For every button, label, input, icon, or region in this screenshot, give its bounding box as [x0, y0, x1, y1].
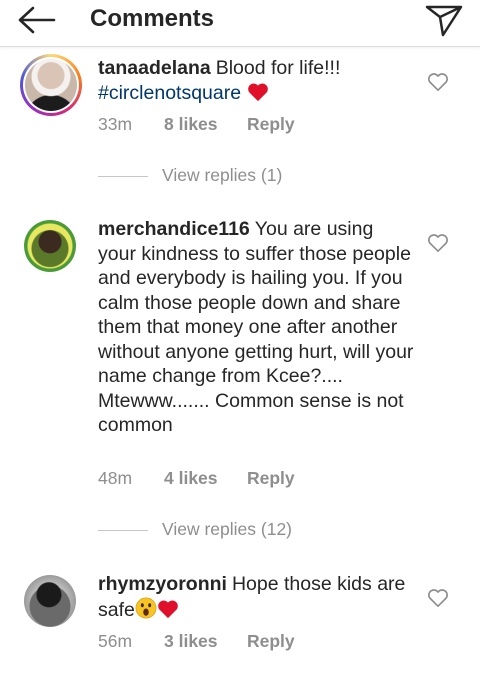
comment-body: Blood for life!!!	[215, 57, 341, 79]
view-replies-label: View replies (1)	[162, 165, 283, 185]
share-button[interactable]	[424, 4, 464, 38]
like-heart-icon[interactable]	[427, 72, 449, 92]
reply-button[interactable]: Reply	[247, 631, 295, 652]
divider-line	[98, 530, 148, 531]
comment-username[interactable]: merchandice116	[98, 218, 250, 240]
comment-item: rhymzyoronni Hope those kids are safe 56m…	[0, 570, 480, 670]
comment-item: tanaadelana Blood for life!!! #circlenots…	[0, 52, 480, 200]
page-title: Comments	[90, 5, 215, 32]
red-heart-icon	[158, 600, 178, 618]
story-ring[interactable]	[20, 54, 82, 116]
view-replies-button[interactable]: View replies (1)	[98, 165, 398, 189]
likes-count[interactable]: 8 likes	[164, 114, 218, 135]
divider-line	[98, 176, 148, 177]
back-button[interactable]	[16, 5, 56, 35]
view-replies-label: View replies (12)	[162, 519, 293, 539]
view-replies-button[interactable]: View replies (12)	[98, 519, 398, 543]
comment-username[interactable]: tanaadelana	[98, 57, 211, 79]
avatar[interactable]	[24, 220, 76, 272]
reply-button[interactable]: Reply	[247, 114, 295, 135]
header-bar: Comments	[0, 0, 480, 47]
avatar	[25, 59, 77, 111]
like-heart-icon[interactable]	[427, 588, 449, 608]
likes-count[interactable]: 4 likes	[164, 468, 218, 489]
comment-item: merchandice116 You are using your kindnes…	[0, 215, 480, 545]
reply-button[interactable]: Reply	[247, 468, 295, 489]
comment-time: 56m	[98, 631, 133, 651]
comment-time: 33m	[98, 114, 133, 134]
like-heart-icon[interactable]	[427, 233, 449, 253]
paper-plane-icon	[425, 5, 463, 37]
comment-text: merchandice116 You are using your kindnes…	[98, 217, 416, 438]
comment-username[interactable]: rhymzyoronni	[98, 573, 227, 595]
back-arrow-icon	[18, 6, 56, 34]
avatar[interactable]	[24, 575, 76, 627]
hashtag-link[interactable]: #circlenotsquare	[98, 82, 241, 104]
comment-time: 48m	[98, 468, 133, 488]
likes-count[interactable]: 3 likes	[164, 631, 218, 652]
comment-text: rhymzyoronni Hope those kids are safe	[98, 572, 416, 622]
comment-body: You are using your kindness to suffer th…	[98, 218, 414, 436]
astonished-face-icon	[135, 597, 157, 618]
comment-text: tanaadelana Blood for life!!! #circlenots…	[98, 56, 416, 105]
red-heart-icon	[247, 83, 268, 101]
